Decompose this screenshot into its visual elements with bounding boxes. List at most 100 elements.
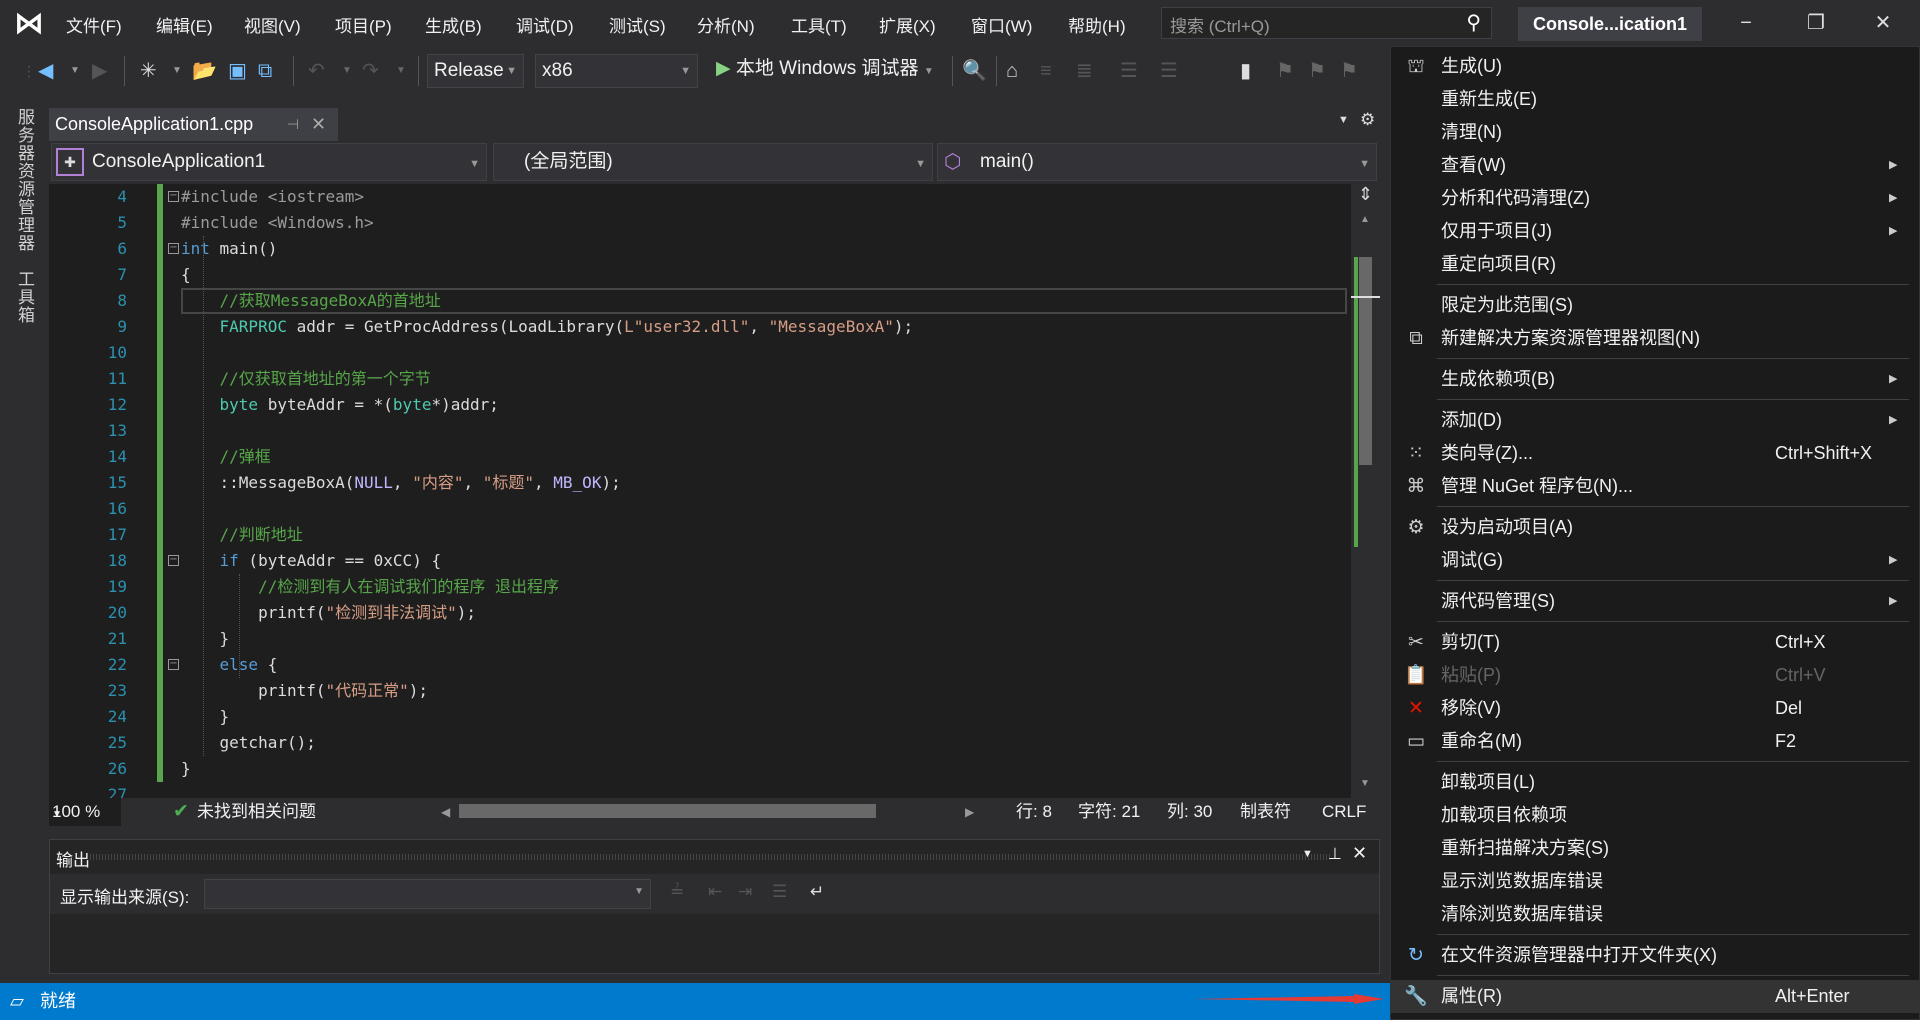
menu-0[interactable]: 文件(F) — [66, 12, 122, 37]
menu-item-16[interactable]: ✂ 剪切(T) Ctrl+X — [1391, 626, 1919, 659]
project-dropdown[interactable]: ✚ ConsoleApplication1 ▼ — [51, 143, 487, 181]
menu-item-2[interactable]: 清理(N) — [1391, 116, 1919, 149]
find-in-files-icon[interactable]: 🔍 — [962, 58, 987, 84]
prev-bookmark-icon[interactable]: ⚑ — [1276, 58, 1294, 84]
back-icon[interactable]: ◀ — [38, 58, 53, 84]
open-folder-icon[interactable]: 📂 — [192, 58, 217, 84]
panel-menu-dropdown-icon[interactable]: ▼ — [1302, 848, 1313, 860]
scroll-right-icon[interactable]: ▶ — [965, 798, 974, 826]
comment-icon[interactable]: ≡ — [1040, 58, 1052, 84]
run-debugger-button[interactable]: ▶ 本地 Windows 调试器 ▼ — [716, 56, 934, 85]
menu-item-25[interactable]: ↻ 在文件资源管理器中打开文件夹(X) — [1391, 939, 1919, 972]
configuration-dropdown[interactable]: Release ▼ — [427, 54, 524, 88]
clear-bookmarks-icon[interactable]: ⚑ — [1340, 58, 1358, 84]
toolbar-grip[interactable]: ⋮ — [22, 58, 36, 84]
clear-all-icon[interactable]: ☰ — [772, 882, 787, 902]
search-input[interactable]: 搜索 (Ctrl+Q) ⚲ — [1161, 7, 1492, 39]
menu-6[interactable]: 测试(S) — [609, 12, 666, 37]
horizontal-scrollbar-thumb[interactable] — [459, 804, 876, 818]
menu-5[interactable]: 调试(D) — [516, 12, 574, 37]
redo-dropdown-icon[interactable]: ▼ — [396, 58, 406, 84]
prev-message-icon[interactable]: ⇤ — [708, 882, 722, 902]
menu-9[interactable]: 扩展(X) — [879, 12, 936, 37]
menu-3[interactable]: 项目(P) — [335, 12, 392, 37]
menu-item-14[interactable]: 调试(G) ▶ — [1391, 544, 1919, 577]
scroll-down-icon[interactable]: ▼ — [1360, 778, 1370, 789]
indent-mode-indicator[interactable]: 制表符 — [1240, 798, 1291, 826]
back-dropdown-icon[interactable]: ▼ — [70, 58, 80, 84]
menu-item-19[interactable]: ▭ 重命名(M) F2 — [1391, 725, 1919, 758]
close-tab-icon[interactable]: ✕ — [311, 108, 326, 141]
save-icon[interactable]: ▣ — [228, 58, 247, 84]
menu-item-11[interactable]: ⁙ 类向导(Z)... Ctrl+Shift+X — [1391, 437, 1919, 470]
redo-icon[interactable]: ↷ — [362, 58, 379, 84]
bookmark-icon[interactable]: ▮ — [1240, 58, 1251, 84]
word-wrap-icon[interactable]: ↵ — [810, 882, 824, 902]
split-editor-icon[interactable]: ⇕ — [1358, 184, 1373, 205]
line-ending-indicator[interactable]: CRLF — [1322, 798, 1366, 826]
settings-gear-icon[interactable]: ⚙ — [1360, 110, 1375, 130]
side-tab-toolbox[interactable]: 工具箱 — [12, 270, 37, 324]
menu-item-5[interactable]: 仅用于项目(J) ▶ — [1391, 215, 1919, 248]
menu-11[interactable]: 帮助(H) — [1068, 12, 1126, 37]
scroll-left-icon[interactable]: ◀ — [441, 798, 450, 826]
menu-item-3[interactable]: 查看(W) ▶ — [1391, 149, 1919, 182]
menu-item-20[interactable]: 卸载项目(L) — [1391, 766, 1919, 799]
scroll-up-icon[interactable]: ▲ — [1360, 214, 1370, 225]
menu-item-15[interactable]: 源代码管理(S) ▶ — [1391, 585, 1919, 618]
menu-item-1[interactable]: 重新生成(E) — [1391, 83, 1919, 116]
menu-item-6[interactable]: 重定向项目(R) — [1391, 248, 1919, 281]
menu-item-22[interactable]: 重新扫描解决方案(S) — [1391, 832, 1919, 865]
line-indicator[interactable]: 行: 8 — [1016, 798, 1052, 826]
menu-item-13[interactable]: ⚙ 设为启动项目(A) — [1391, 511, 1919, 544]
menu-item-9[interactable]: 生成依赖项(B) ▶ — [1391, 363, 1919, 396]
scope-dropdown[interactable]: (全局范围) ▼ — [493, 143, 933, 181]
next-bookmark-icon[interactable]: ⚑ — [1308, 58, 1326, 84]
indent-icon[interactable]: ☰ — [1160, 58, 1178, 84]
menu-item-12[interactable]: ⌘ 管理 NuGet 程序包(N)... — [1391, 470, 1919, 503]
vertical-scrollbar[interactable]: ⇕ ▲ ▼ — [1351, 184, 1380, 798]
forward-icon[interactable]: ▶ — [92, 58, 107, 84]
new-item-dropdown-icon[interactable]: ▼ — [172, 58, 182, 84]
menu-item-8[interactable]: ⧉ 新建解决方案资源管理器视图(N) — [1391, 322, 1919, 355]
platform-dropdown[interactable]: x86 ▼ — [535, 54, 698, 88]
undo-icon[interactable]: ↶ — [308, 58, 325, 84]
menu-1[interactable]: 编辑(E) — [156, 12, 213, 37]
next-message-icon[interactable]: ⇥ — [738, 882, 752, 902]
menu-item-7[interactable]: 限定为此范围(S) — [1391, 289, 1919, 322]
side-tab-server-explorer[interactable]: 服务器资源管理器 — [12, 108, 37, 252]
menu-item-0[interactable]: ⛫ 生成(U) — [1391, 50, 1919, 83]
menu-7[interactable]: 分析(N) — [697, 12, 755, 37]
menu-2[interactable]: 视图(V) — [244, 12, 301, 37]
output-source-dropdown[interactable]: ▼ — [204, 879, 651, 909]
char-indicator[interactable]: 字符: 21 — [1078, 798, 1140, 826]
pin-icon[interactable]: ⊥ — [1328, 844, 1342, 864]
collapse-icon[interactable]: − — [168, 659, 179, 670]
tab-list-dropdown-icon[interactable]: ▼ — [1338, 114, 1349, 126]
column-indicator[interactable]: 列: 30 — [1167, 798, 1212, 826]
close-button[interactable]: ✕ — [1863, 8, 1903, 38]
menu-item-18[interactable]: ✕ 移除(V) Del — [1391, 692, 1919, 725]
menu-item-4[interactable]: 分析和代码清理(Z) ▶ — [1391, 182, 1919, 215]
menu-item-10[interactable]: 添加(D) ▶ — [1391, 404, 1919, 437]
scrollbar-thumb[interactable] — [1359, 257, 1372, 465]
menu-8[interactable]: 工具(T) — [791, 12, 847, 37]
close-panel-icon[interactable]: ✕ — [1352, 843, 1367, 864]
collapse-icon[interactable]: − — [168, 191, 179, 202]
maximize-button[interactable]: ❐ — [1796, 8, 1836, 38]
menu-10[interactable]: 窗口(W) — [971, 12, 1032, 37]
menu-item-26[interactable]: 🔧 属性(R) Alt+Enter — [1391, 980, 1919, 1013]
menu-item-21[interactable]: 加载项目依赖项 — [1391, 799, 1919, 832]
save-all-icon[interactable]: ⧉ — [258, 58, 272, 84]
undo-dropdown-icon[interactable]: ▼ — [342, 58, 352, 84]
outdent-icon[interactable]: ☰ — [1120, 58, 1138, 84]
code-editor[interactable]: 4− #include <iostream> 5 #include <Windows.… — [49, 184, 1380, 798]
menu-4[interactable]: 生成(B) — [425, 12, 482, 37]
find-message-icon[interactable]: ≟ — [670, 882, 684, 902]
menu-item-23[interactable]: 显示浏览数据库错误 — [1391, 865, 1919, 898]
new-item-icon[interactable]: ✳ — [140, 58, 157, 84]
issues-status[interactable]: 未找到相关问题 — [197, 798, 316, 826]
collapse-icon[interactable]: − — [168, 243, 179, 254]
collapse-icon[interactable]: − — [168, 555, 179, 566]
member-dropdown[interactable]: ⬡ main() ▼ — [937, 143, 1377, 181]
